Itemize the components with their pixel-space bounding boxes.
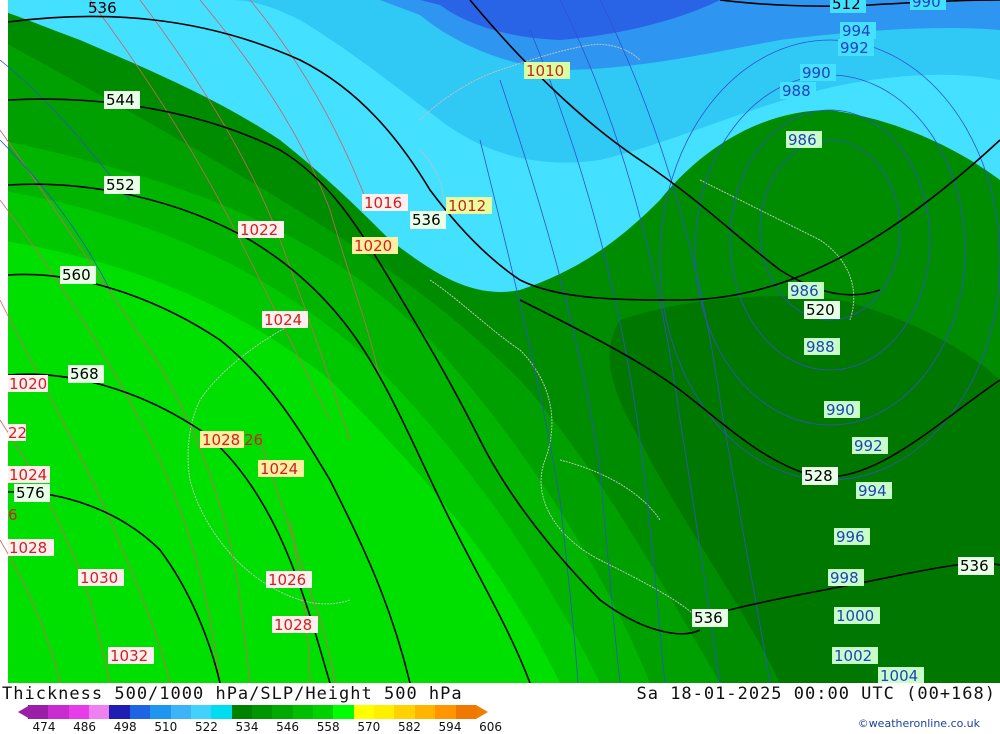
slp-label-1010: 1010 (526, 62, 564, 80)
slp-label-1024-left: 1024 (9, 466, 47, 484)
scale-cell (414, 705, 436, 719)
scale-cell (211, 705, 232, 719)
height-label-536-right: 536 (960, 557, 989, 575)
slp-label-22-left: 22 (8, 424, 27, 442)
slp-label-994: 994 (842, 22, 871, 40)
scale-cell (353, 705, 375, 719)
height-label-568: 568 (70, 365, 99, 383)
slp-label-988: 988 (782, 82, 811, 100)
slp-label-1032: 1032 (110, 647, 148, 665)
scale-tick-label: 486 (73, 720, 97, 734)
slp-label-1028-left: 1028 (9, 539, 47, 557)
slp-label-990-b: 990 (826, 401, 855, 419)
scale-cell (170, 705, 191, 719)
scale-tick-label: 546 (276, 720, 300, 734)
slp-label-990-top: 990 (912, 0, 941, 11)
slp-label-1026-bottom: 1026 (268, 571, 306, 589)
slp-label-994-b: 994 (858, 482, 887, 500)
scale-cell (48, 705, 69, 719)
height-label-512: 512 (832, 0, 861, 13)
slp-label-1022: 1022 (240, 221, 278, 239)
scale-tick-label: 510 (154, 720, 178, 734)
slp-label-992-b: 992 (854, 437, 883, 455)
height-label-536-top: 536 (88, 0, 117, 17)
slp-label-1030: 1030 (80, 569, 118, 587)
color-scale (28, 705, 476, 719)
slp-label-1002: 1002 (834, 647, 872, 665)
scale-cell (28, 705, 49, 719)
scale-tick-label: 534 (235, 720, 259, 734)
slp-label-1024: 1024 (264, 311, 302, 329)
map-left-margin (0, 0, 8, 683)
slp-label-1028: 1028 (202, 431, 240, 449)
scale-tick-label: 522 (194, 720, 218, 734)
scale-cell (190, 705, 212, 719)
slp-label-1012: 1012 (448, 197, 486, 215)
scale-cell (455, 705, 476, 719)
slp-label-990: 990 (802, 64, 831, 82)
slp-label-1020: 1020 (354, 237, 392, 255)
scale-cell (251, 705, 273, 719)
scale-cell (89, 705, 110, 719)
map-datetime: Sa 18-01-2025 00:00 UTC (00+168) (636, 684, 996, 704)
scale-cell (435, 705, 456, 719)
scale-cell (272, 705, 293, 719)
slp-label-1000: 1000 (836, 607, 874, 625)
scale-cell (150, 705, 171, 719)
height-label-520: 520 (806, 301, 835, 319)
slp-label-1026: 26 (244, 431, 263, 449)
scale-cell (231, 705, 252, 719)
scale-cell (394, 705, 415, 719)
slp-label-1024-mid: 1024 (260, 460, 298, 478)
scale-cell (129, 705, 151, 719)
footer: Thickness 500/1000 hPa/SLP/Height 500 hP… (0, 683, 1000, 734)
thickness-map: 536 512 544 552 560 568 576 536 520 528 … (0, 0, 1000, 683)
height-label-536-mid: 536 (412, 211, 441, 229)
color-scale-ticks: 474 486 498 510 522 534 546 558 570 582 594 606 (26, 720, 506, 734)
scale-tick-label: 498 (113, 720, 137, 734)
scale-tick-label: 558 (316, 720, 340, 734)
scale-cell (109, 705, 130, 719)
slp-label-986-b: 986 (790, 282, 819, 300)
height-label-560: 560 (62, 266, 91, 284)
scale-tick-label: 582 (397, 720, 421, 734)
height-label-528: 528 (804, 467, 833, 485)
scale-tick-label: 570 (357, 720, 381, 734)
slp-label-6-left: 6 (8, 506, 18, 524)
height-label-552: 552 (106, 176, 135, 194)
scale-cell (68, 705, 90, 719)
scale-cell (333, 705, 354, 719)
slp-label-986: 986 (788, 131, 817, 149)
scale-cell (374, 705, 395, 719)
scale-tick-label: 594 (438, 720, 462, 734)
slp-label-998: 998 (830, 569, 859, 587)
scale-right-arrow (476, 705, 488, 719)
slp-label-1016: 1016 (364, 194, 402, 212)
height-label-544: 544 (106, 91, 135, 109)
scale-cell (313, 705, 334, 719)
height-label-576: 576 (16, 484, 45, 502)
height-label-536-bottom: 536 (694, 609, 723, 627)
slp-label-1020-left: 1020 (9, 375, 47, 393)
scale-tick-label: 474 (32, 720, 56, 734)
slp-label-1028-bottom: 1028 (274, 616, 312, 634)
slp-label-988-b: 988 (806, 338, 835, 356)
slp-label-996: 996 (836, 528, 865, 546)
credit-link[interactable]: ©weatheronline.co.uk (858, 717, 980, 730)
map-title: Thickness 500/1000 hPa/SLP/Height 500 hP… (2, 684, 463, 704)
scale-tick-label: 606 (479, 720, 503, 734)
slp-label-1004: 1004 (880, 667, 918, 683)
scale-cell (292, 705, 314, 719)
slp-label-992: 992 (840, 39, 869, 57)
